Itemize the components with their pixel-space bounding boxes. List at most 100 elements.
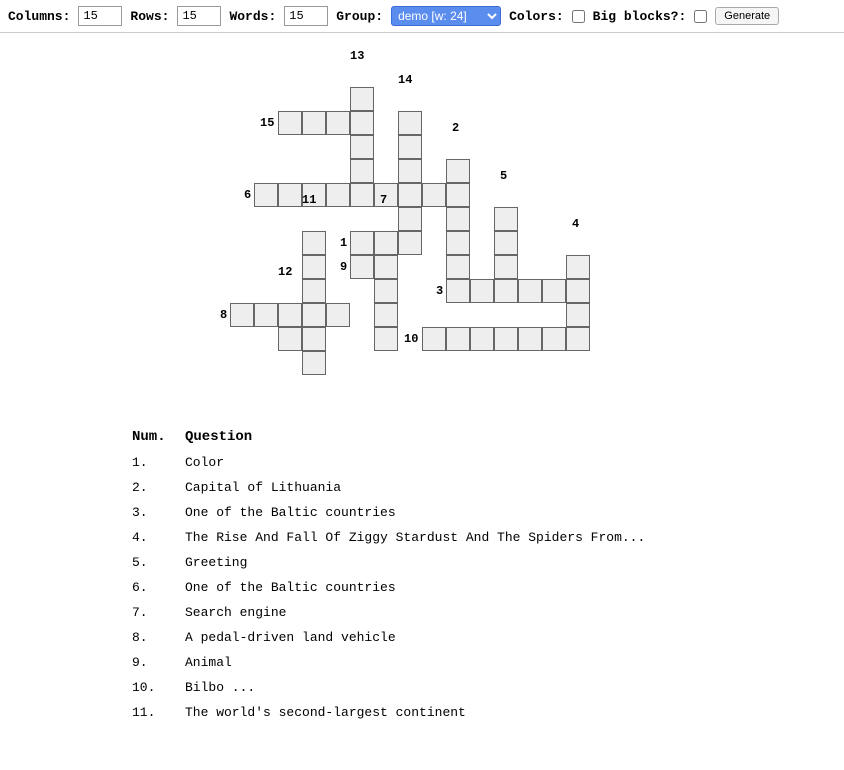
clue-row: 1. Color xyxy=(132,455,712,470)
grid-cell[interactable] xyxy=(302,351,326,375)
grid-cell[interactable] xyxy=(302,279,326,303)
bigblocks-checkbox[interactable] xyxy=(694,10,707,23)
grid-cell[interactable] xyxy=(374,231,398,255)
grid-number: 11 xyxy=(302,193,316,207)
grid-cell[interactable] xyxy=(326,183,350,207)
group-label: Group: xyxy=(336,9,383,24)
grid-cell[interactable] xyxy=(254,183,278,207)
grid-cell[interactable] xyxy=(278,327,302,351)
rows-input[interactable] xyxy=(177,6,221,26)
grid-cell[interactable] xyxy=(350,183,374,207)
grid-cell[interactable] xyxy=(278,303,302,327)
grid-cell[interactable] xyxy=(350,87,374,111)
clue-row: 11. The world's second-largest continent xyxy=(132,705,712,720)
grid-cell[interactable] xyxy=(374,327,398,351)
clue-row: 9.Animal xyxy=(132,655,712,670)
grid-number: 10 xyxy=(404,332,418,346)
crossword-grid-wrap: 131415265117149312810 xyxy=(0,33,844,419)
grid-cell[interactable] xyxy=(326,303,350,327)
grid-cell[interactable] xyxy=(302,255,326,279)
clue-row: 4. The Rise And Fall Of Ziggy Stardust An… xyxy=(132,530,712,545)
grid-cell[interactable] xyxy=(494,255,518,279)
grid-cell[interactable] xyxy=(494,279,518,303)
grid-cell[interactable] xyxy=(350,135,374,159)
grid-cell[interactable] xyxy=(446,159,470,183)
clue-row: 8.A pedal-driven land vehicle xyxy=(132,630,712,645)
clue-row: 2.Capital of Lithuania xyxy=(132,480,712,495)
clue-text: One of the Baltic countries xyxy=(185,580,712,595)
grid-cell[interactable] xyxy=(470,327,494,351)
grid-cell[interactable] xyxy=(302,231,326,255)
grid-cell[interactable] xyxy=(446,279,470,303)
grid-cell[interactable] xyxy=(542,327,566,351)
grid-cell[interactable] xyxy=(494,207,518,231)
grid-cell[interactable] xyxy=(350,231,374,255)
clue-number: 9. xyxy=(132,655,167,670)
clue-text: Search engine xyxy=(185,605,712,620)
grid-cell[interactable] xyxy=(398,207,422,231)
clues-header: Num. Question xyxy=(132,429,712,445)
grid-cell[interactable] xyxy=(566,279,590,303)
grid-cell[interactable] xyxy=(350,255,374,279)
clue-number: 4. xyxy=(132,530,167,545)
grid-cell[interactable] xyxy=(446,255,470,279)
grid-cell[interactable] xyxy=(566,255,590,279)
grid-cell[interactable] xyxy=(398,183,422,207)
grid-number: 8 xyxy=(220,308,227,322)
clue-row: 6.One of the Baltic countries xyxy=(132,580,712,595)
colors-checkbox[interactable] xyxy=(572,10,585,23)
columns-input[interactable] xyxy=(78,6,122,26)
clues-section: Num. Question 1. Color 2.Capital of Lithua… xyxy=(112,419,732,770)
grid-cell[interactable] xyxy=(278,111,302,135)
clue-number: 10. xyxy=(132,680,167,695)
grid-number: 13 xyxy=(350,49,364,63)
clue-text: Color xyxy=(185,455,712,470)
clue-row: 5.Greeting xyxy=(132,555,712,570)
toolbar: Columns: Rows: Words: Group: demo [w: 24… xyxy=(0,0,844,33)
grid-cell[interactable] xyxy=(350,111,374,135)
grid-cell[interactable] xyxy=(302,327,326,351)
clue-text: The world's second-largest continent xyxy=(185,705,712,720)
grid-cell[interactable] xyxy=(422,327,446,351)
clue-text: Greeting xyxy=(185,555,712,570)
group-select[interactable]: demo [w: 24] xyxy=(391,6,501,26)
grid-cell[interactable] xyxy=(398,159,422,183)
grid-cell[interactable] xyxy=(566,327,590,351)
generate-button[interactable]: Generate xyxy=(715,7,779,25)
bigblocks-label: Big blocks?: xyxy=(593,9,687,24)
grid-cell[interactable] xyxy=(374,303,398,327)
grid-cell[interactable] xyxy=(302,303,326,327)
grid-cell[interactable] xyxy=(350,159,374,183)
grid-cell[interactable] xyxy=(230,303,254,327)
words-input[interactable] xyxy=(284,6,328,26)
grid-cell[interactable] xyxy=(446,207,470,231)
grid-cell[interactable] xyxy=(278,183,302,207)
grid-cell[interactable] xyxy=(494,231,518,255)
rows-label: Rows: xyxy=(130,9,169,24)
grid-cell[interactable] xyxy=(254,303,278,327)
grid-cell[interactable] xyxy=(518,327,542,351)
columns-label: Columns: xyxy=(8,9,70,24)
clue-number: 8. xyxy=(132,630,167,645)
clue-text: The Rise And Fall Of Ziggy Stardust And … xyxy=(185,530,712,545)
grid-cell[interactable] xyxy=(374,255,398,279)
grid-cell[interactable] xyxy=(374,279,398,303)
clue-row: 3.One of the Baltic countries xyxy=(132,505,712,520)
grid-cell[interactable] xyxy=(518,279,542,303)
grid-cell[interactable] xyxy=(446,327,470,351)
grid-number: 15 xyxy=(260,116,274,130)
grid-cell[interactable] xyxy=(446,183,470,207)
grid-cell[interactable] xyxy=(446,231,470,255)
grid-cell[interactable] xyxy=(326,111,350,135)
grid-cell[interactable] xyxy=(398,135,422,159)
grid-cell[interactable] xyxy=(302,111,326,135)
grid-cell[interactable] xyxy=(566,303,590,327)
clue-number: 1. xyxy=(132,455,167,470)
grid-cell[interactable] xyxy=(542,279,566,303)
grid-cell[interactable] xyxy=(494,327,518,351)
grid-cell[interactable] xyxy=(422,183,446,207)
grid-cell[interactable] xyxy=(398,111,422,135)
clue-number: 11. xyxy=(132,705,167,720)
grid-cell[interactable] xyxy=(470,279,494,303)
grid-cell[interactable] xyxy=(398,231,422,255)
